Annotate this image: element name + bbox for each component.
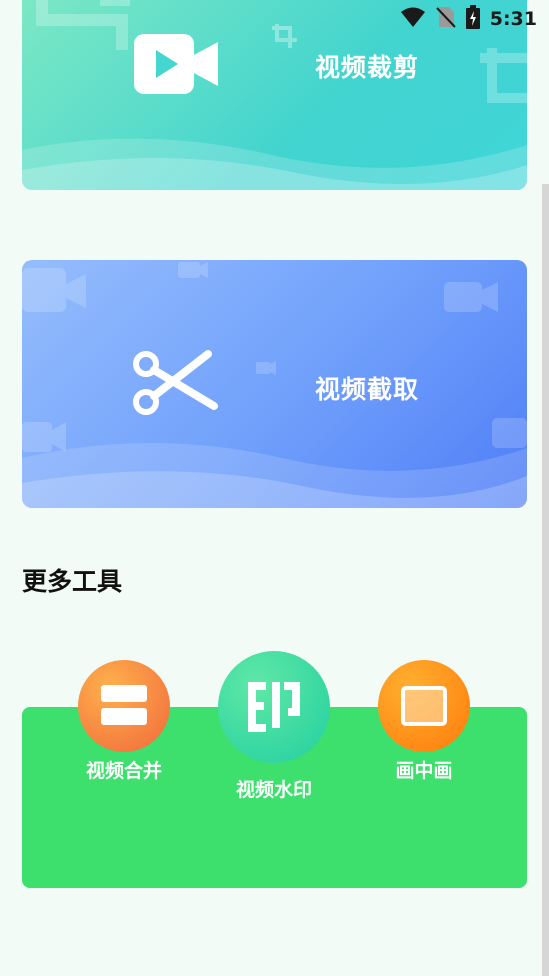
tool-video-watermark-label: 视频水印: [235, 779, 312, 801]
more-tools-title: 更多工具: [22, 567, 123, 596]
tool-video-watermark[interactable]: 视频水印: [218, 651, 330, 802]
video-crop-label: 视频裁剪: [315, 53, 420, 82]
battery-charging-icon: [465, 4, 480, 34]
tool-picture-in-picture-label: 画中画: [395, 760, 453, 782]
video-cut-card[interactable]: 视频截取: [22, 260, 527, 508]
video-camera-icon: [134, 34, 218, 98]
video-cut-label: 视频截取: [315, 375, 420, 404]
merge-icon: [78, 660, 170, 752]
wave-decoration: [22, 138, 527, 190]
no-sim-icon: [436, 6, 456, 33]
scrollbar[interactable]: [542, 184, 549, 976]
wave-decoration: [22, 443, 527, 508]
picture-in-picture-icon: [378, 660, 470, 752]
status-time: 5:31: [489, 8, 537, 30]
scissors-icon: [132, 348, 218, 422]
tool-video-merge[interactable]: 视频合并: [78, 660, 170, 783]
tool-picture-in-picture[interactable]: 画中画: [378, 660, 470, 783]
watermark-icon: [218, 651, 330, 763]
status-bar: 5:31: [337, 0, 549, 38]
tool-video-merge-label: 视频合并: [85, 760, 162, 782]
wifi-icon: [400, 6, 426, 33]
